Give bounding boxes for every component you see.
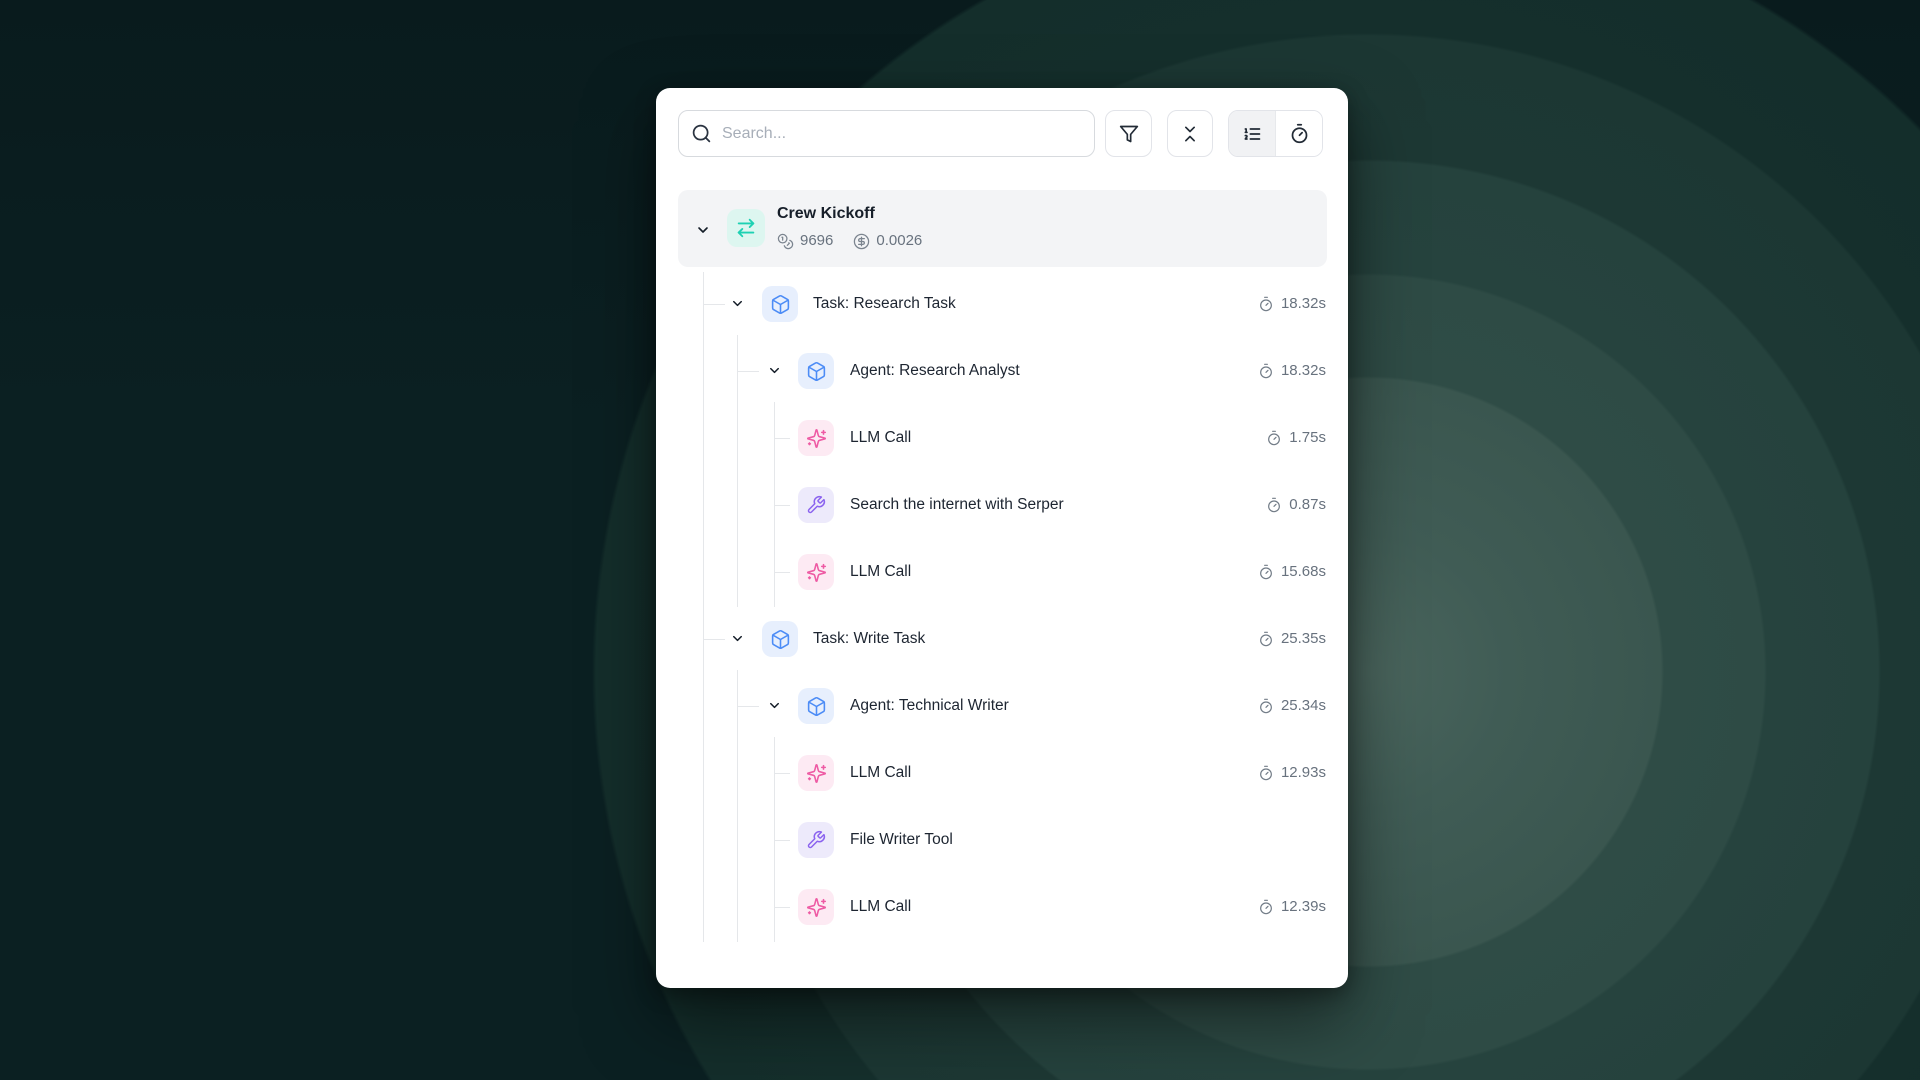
duration-value: 0.87s: [1289, 494, 1326, 516]
chevron-down-icon[interactable]: [729, 296, 745, 312]
tree-row[interactable]: File Writer Tool: [678, 820, 1327, 860]
tree-row[interactable]: Task: Write Task 25.35s: [678, 619, 1327, 659]
tree-row-label: LLM Call: [850, 896, 911, 918]
tree-row[interactable]: LLM Call 12.39s: [678, 887, 1327, 927]
duration-value: 25.35s: [1281, 628, 1326, 650]
timer-icon: [1258, 631, 1274, 647]
chevron-down-icon[interactable]: [766, 698, 782, 714]
tree-row-label: LLM Call: [850, 762, 911, 784]
duration-value: 18.32s: [1281, 360, 1326, 382]
timer-icon: [1266, 497, 1282, 513]
wrench-icon: [798, 487, 834, 523]
root-span-title: Crew Kickoff: [777, 202, 922, 226]
duration-badge: 1.75s: [1266, 427, 1326, 449]
arrows-swap-icon: [727, 209, 765, 247]
tree-row[interactable]: LLM Call 12.93s: [678, 753, 1327, 793]
tree-row-label: Agent: Research Analyst: [850, 360, 1020, 382]
sparkles-icon: [798, 554, 834, 590]
tree-row[interactable]: LLM Call 15.68s: [678, 552, 1327, 592]
timer-icon: [1258, 296, 1274, 312]
timer-icon: [1266, 430, 1282, 446]
duration-badge: 18.32s: [1258, 360, 1326, 382]
trace-tree: Crew Kickoff 9696 0.0026 Task: Research …: [678, 88, 1327, 988]
cost-value: 0.0026: [876, 230, 922, 252]
tree-row-root[interactable]: Crew Kickoff 9696 0.0026: [678, 190, 1327, 267]
tree-row[interactable]: Agent: Research Analyst 18.32s: [678, 351, 1327, 391]
timer-icon: [1258, 765, 1274, 781]
duration-value: 18.32s: [1281, 293, 1326, 315]
duration-value: 1.75s: [1289, 427, 1326, 449]
tree-row-label: LLM Call: [850, 561, 911, 583]
tree-row[interactable]: LLM Call 1.75s: [678, 418, 1327, 458]
wrench-icon: [798, 822, 834, 858]
timer-icon: [1258, 564, 1274, 580]
duration-value: 12.39s: [1281, 896, 1326, 918]
timer-icon: [1258, 363, 1274, 379]
duration-badge: 25.34s: [1258, 695, 1326, 717]
tree-row[interactable]: Task: Research Task 18.32s: [678, 284, 1327, 324]
dollar-circle-icon: [853, 233, 870, 250]
root-span-meta: 9696 0.0026: [777, 230, 922, 252]
chevron-down-icon[interactable]: [766, 363, 782, 379]
tree-row-label: File Writer Tool: [850, 829, 953, 851]
sparkles-icon: [798, 755, 834, 791]
tree-row-label: Task: Research Task: [813, 293, 956, 315]
duration-badge: 15.68s: [1258, 561, 1326, 583]
duration-badge: 18.32s: [1258, 293, 1326, 315]
sparkles-icon: [798, 420, 834, 456]
tree-row-label: Agent: Technical Writer: [850, 695, 1009, 717]
cube-icon: [798, 353, 834, 389]
timer-icon: [1258, 899, 1274, 915]
tree-row-label: LLM Call: [850, 427, 911, 449]
duration-value: 25.34s: [1281, 695, 1326, 717]
tree-row-label: Search the internet with Serper: [850, 494, 1064, 516]
chevron-down-icon[interactable]: [695, 222, 711, 238]
cube-icon: [798, 688, 834, 724]
duration-badge: 12.93s: [1258, 762, 1326, 784]
cube-icon: [762, 286, 798, 322]
sparkles-icon: [798, 889, 834, 925]
tree-row-label: Task: Write Task: [813, 628, 925, 650]
duration-badge: 0.87s: [1266, 494, 1326, 516]
coins-icon: [777, 233, 794, 250]
chevron-down-icon[interactable]: [729, 631, 745, 647]
duration-value: 15.68s: [1281, 561, 1326, 583]
duration-badge: 25.35s: [1258, 628, 1326, 650]
timer-icon: [1258, 698, 1274, 714]
token-count: 9696: [800, 230, 833, 252]
duration-badge: 12.39s: [1258, 896, 1326, 918]
trace-panel: Crew Kickoff 9696 0.0026 Task: Research …: [656, 88, 1348, 988]
tree-row[interactable]: Search the internet with Serper 0.87s: [678, 485, 1327, 525]
cube-icon: [762, 621, 798, 657]
tree-row[interactable]: Agent: Technical Writer 25.34s: [678, 686, 1327, 726]
duration-value: 12.93s: [1281, 762, 1326, 784]
